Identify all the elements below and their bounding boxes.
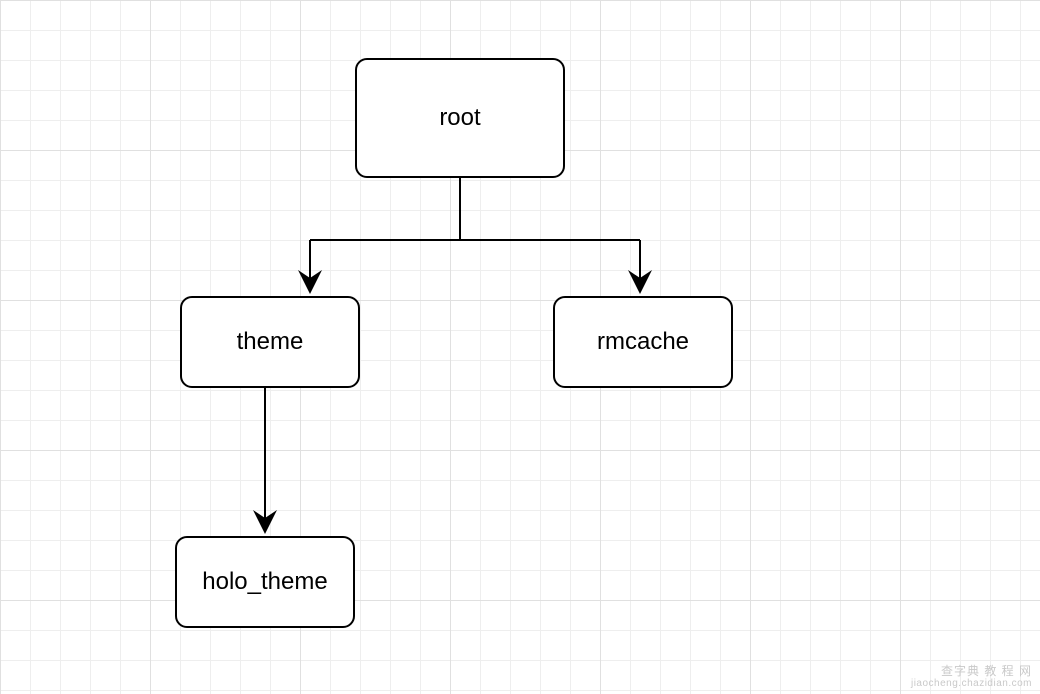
watermark-line2: jiaocheng.chazidian.com bbox=[911, 678, 1032, 690]
watermark-line1: 查字典 教 程 网 bbox=[911, 664, 1032, 678]
node-root[interactable]: root bbox=[355, 58, 565, 178]
node-theme[interactable]: theme bbox=[180, 296, 360, 388]
node-holo-theme[interactable]: holo_theme bbox=[175, 536, 355, 628]
node-holo-theme-label: holo_theme bbox=[202, 568, 327, 596]
node-root-label: root bbox=[439, 104, 480, 132]
node-theme-label: theme bbox=[237, 328, 304, 356]
node-rmcache[interactable]: rmcache bbox=[553, 296, 733, 388]
node-rmcache-label: rmcache bbox=[597, 328, 689, 356]
watermark: 查字典 教 程 网 jiaocheng.chazidian.com bbox=[911, 664, 1032, 690]
